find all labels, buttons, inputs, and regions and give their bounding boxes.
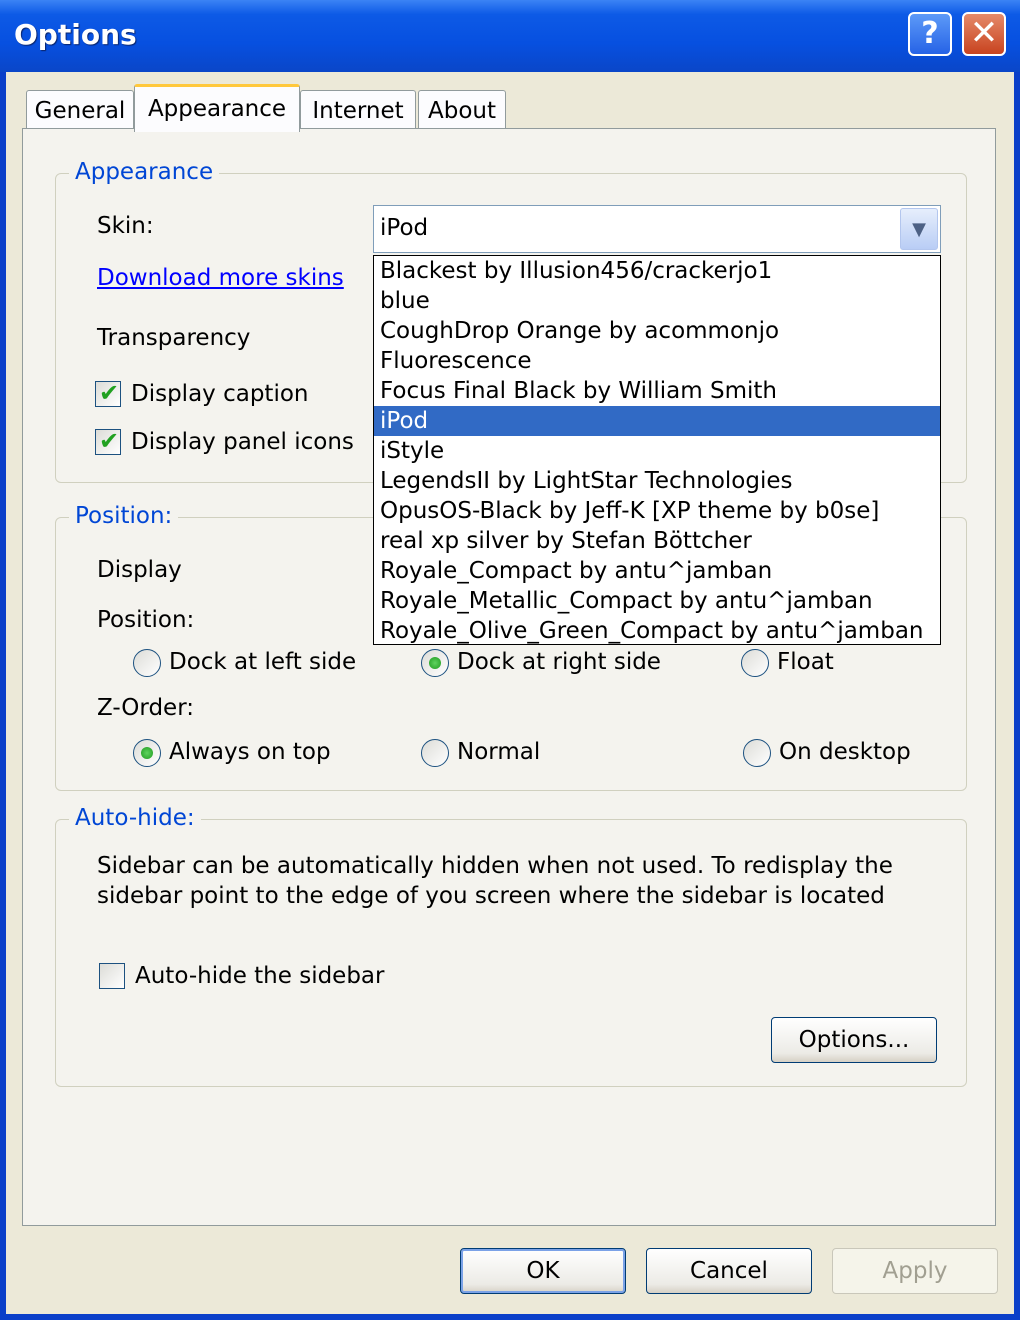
tab-internet[interactable]: Internet xyxy=(300,90,416,130)
always-on-top-label: Always on top xyxy=(169,739,331,765)
autohide-description-line2: sidebar point to the edge of you screen … xyxy=(97,883,885,909)
skin-option[interactable]: Royale_Metallic_Compact by antu^jamban xyxy=(374,586,940,616)
ok-button[interactable]: OK xyxy=(460,1248,626,1294)
display-panel-icons-checkbox[interactable]: ✔ xyxy=(95,427,121,455)
autohide-description-line1: Sidebar can be automatically hidden when… xyxy=(97,853,893,879)
float-label: Float xyxy=(777,649,834,675)
skin-option[interactable]: Royale_Compact by antu^jamban xyxy=(374,556,940,586)
dock-right-label: Dock at right side xyxy=(457,649,661,675)
skin-combobox[interactable]: iPod ▼ xyxy=(373,205,941,253)
dialog-client: General Appearance Internet About Appear… xyxy=(6,72,1014,1314)
skin-option[interactable]: blue xyxy=(374,286,940,316)
always-on-top-radio[interactable] xyxy=(133,739,161,767)
help-icon: ? xyxy=(921,16,939,51)
skin-option[interactable]: OpusOS-Black by Jeff-K [XP theme by b0se… xyxy=(374,496,940,526)
normal-radio[interactable] xyxy=(421,739,449,767)
skin-selected-value: iPod xyxy=(380,215,429,241)
on-desktop-radio[interactable] xyxy=(743,739,771,767)
autohide-legend: Auto-hide: xyxy=(69,805,201,831)
skin-label: Skin: xyxy=(97,213,154,239)
skin-option[interactable]: iStyle xyxy=(374,436,940,466)
radio-selected-dot xyxy=(429,657,441,669)
autohide-checkbox-label: Auto-hide the sidebar xyxy=(135,963,385,989)
autohide-checkbox[interactable] xyxy=(99,963,125,989)
help-button[interactable]: ? xyxy=(908,12,952,56)
title-bar[interactable]: Options ? ✕ xyxy=(0,0,1020,72)
chevron-down-icon[interactable]: ▼ xyxy=(900,208,938,250)
download-skins-link[interactable]: Download more skins xyxy=(97,265,344,291)
display-label: Display xyxy=(97,557,182,583)
window-title: Options xyxy=(14,18,137,51)
transparency-label: Transparency xyxy=(97,325,251,351)
dock-left-label: Dock at left side xyxy=(169,649,357,675)
display-caption-checkbox[interactable]: ✔ xyxy=(95,379,121,407)
float-radio[interactable] xyxy=(741,649,769,677)
normal-label: Normal xyxy=(457,739,541,765)
tab-appearance[interactable]: Appearance xyxy=(134,84,300,132)
skin-option[interactable]: Focus Final Black by William Smith xyxy=(374,376,940,406)
skin-option[interactable]: Royale_Olive_Green_Compact by antu^jamba… xyxy=(374,616,940,646)
cancel-button[interactable]: Cancel xyxy=(646,1248,812,1294)
dock-left-radio[interactable] xyxy=(133,649,161,677)
apply-button[interactable]: Apply xyxy=(832,1248,998,1294)
zorder-label: Z-Order: xyxy=(97,695,194,721)
options-window: Options ? ✕ General Appearance Internet … xyxy=(0,0,1020,1320)
tab-about[interactable]: About xyxy=(418,90,506,130)
display-panel-icons-label: Display panel icons xyxy=(131,429,354,455)
appearance-legend: Appearance xyxy=(69,159,220,185)
skin-option-selected[interactable]: iPod xyxy=(374,406,940,436)
position-label: Position: xyxy=(97,607,195,633)
autohide-options-button[interactable]: Options... xyxy=(771,1017,937,1063)
dock-right-radio[interactable] xyxy=(421,649,449,677)
on-desktop-label: On desktop xyxy=(779,739,911,765)
skin-dropdown-list[interactable]: Blackest by Illusion456/crackerjo1 blue … xyxy=(373,255,941,645)
checkmark-icon: ✔ xyxy=(99,427,120,455)
display-caption-label: Display caption xyxy=(131,381,309,407)
close-button[interactable]: ✕ xyxy=(962,12,1006,56)
skin-option[interactable]: Fluorescence xyxy=(374,346,940,376)
close-icon: ✕ xyxy=(969,13,999,53)
skin-option[interactable]: Blackest by Illusion456/crackerjo1 xyxy=(374,256,940,286)
skin-option[interactable]: real xp silver by Stefan Böttcher xyxy=(374,526,940,556)
tab-general[interactable]: General xyxy=(26,90,134,130)
skin-option[interactable]: LegendsII by LightStar Technologies xyxy=(374,466,940,496)
radio-selected-dot xyxy=(141,747,153,759)
skin-option[interactable]: CoughDrop Orange by acommonjo xyxy=(374,316,940,346)
position-legend: Position: xyxy=(69,503,179,529)
checkmark-icon: ✔ xyxy=(99,379,120,407)
tab-panel: Appearance Skin: iPod ▼ Download more sk… xyxy=(22,128,996,1226)
